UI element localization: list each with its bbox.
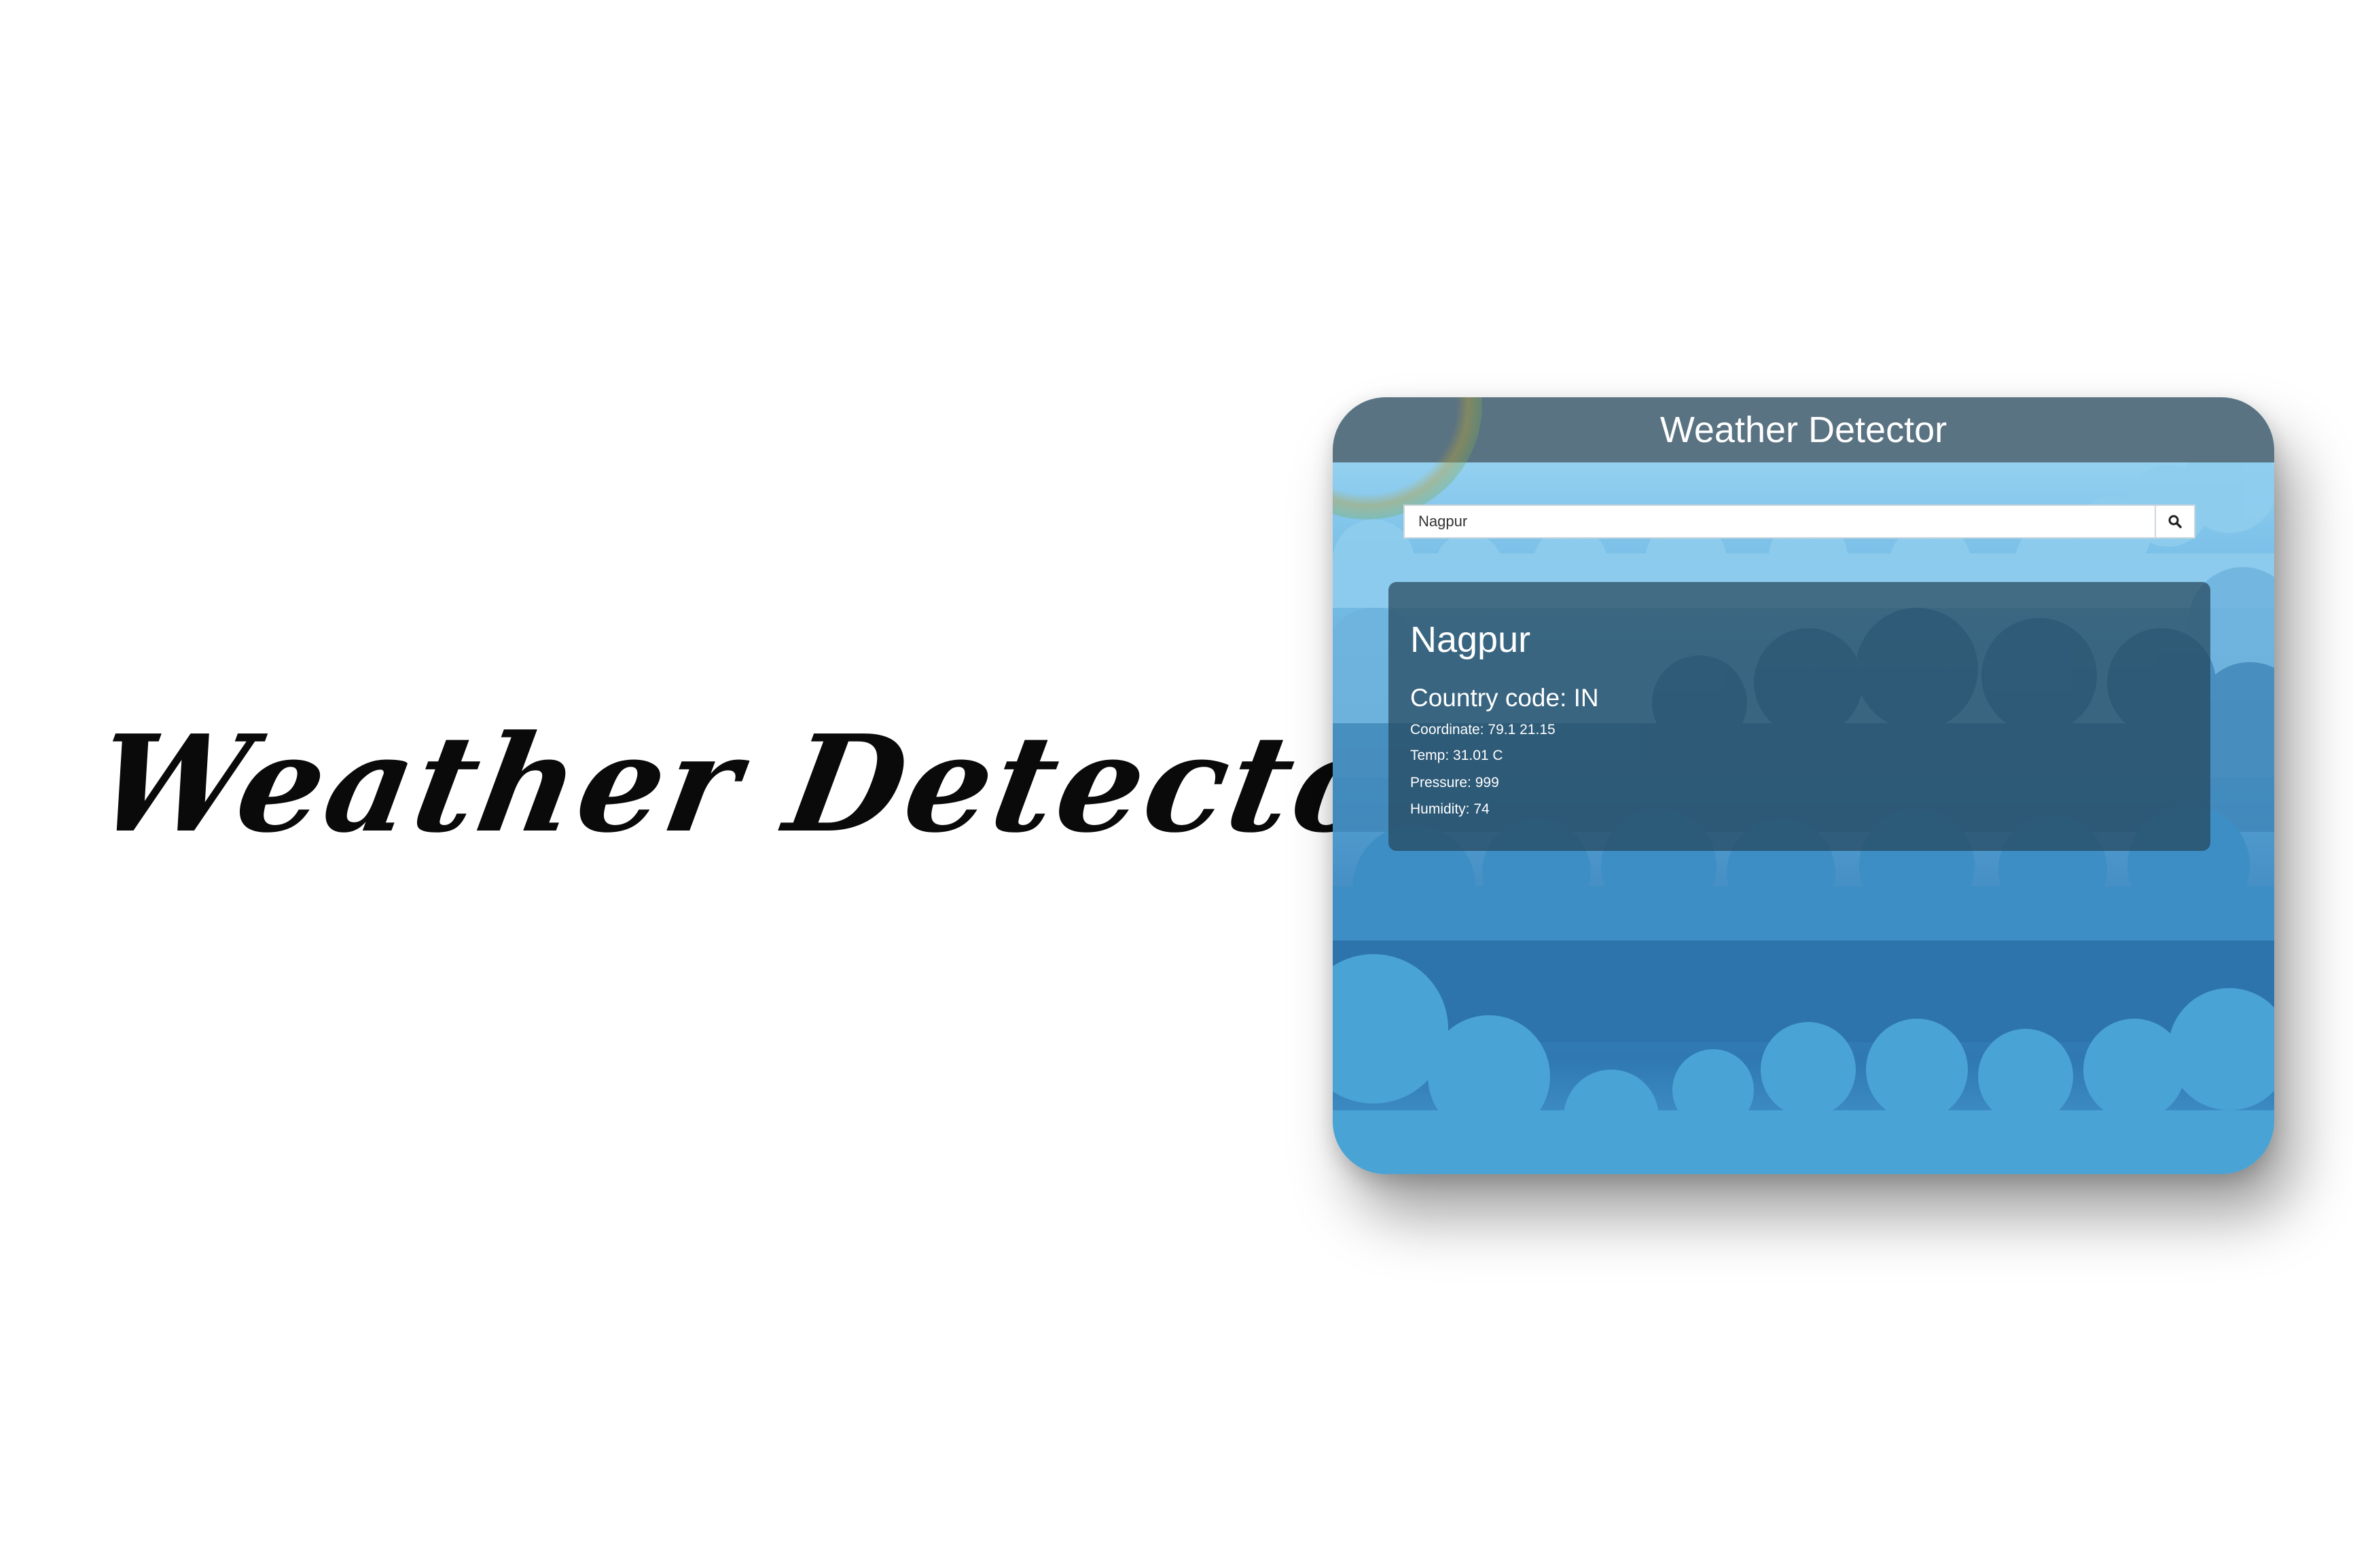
search-button[interactable]	[2155, 505, 2195, 539]
search-icon	[2168, 515, 2182, 528]
temp-value: 31.01 C	[1453, 748, 1503, 763]
pressure-row: Pressure: 999	[1410, 775, 1499, 791]
coordinate-value: 79.1 21.15	[1488, 722, 1556, 737]
humidity-row: Humidity: 74	[1410, 801, 1490, 818]
temp-label: Temp:	[1410, 748, 1450, 763]
pressure-value: 999	[1475, 775, 1499, 790]
coordinate-row: Coordinate: 79.1 21.15	[1410, 722, 1556, 738]
app-window: Weather Detector Nagpur Country code: IN…	[1333, 397, 2274, 1174]
city-name: Nagpur	[1410, 619, 1531, 660]
search-bar	[1403, 505, 2195, 539]
temp-row: Temp: 31.01 C	[1410, 748, 1503, 764]
country-code-label: Country code:	[1410, 684, 1567, 712]
coordinate-label: Coordinate:	[1410, 722, 1484, 737]
humidity-value: 74	[1473, 801, 1490, 817]
pressure-label: Pressure:	[1410, 775, 1471, 790]
hero-title: Weather Detector	[84, 706, 1473, 862]
search-input[interactable]	[1403, 505, 2155, 539]
humidity-label: Humidity:	[1410, 801, 1470, 817]
app-title: Weather Detector	[1659, 409, 1947, 450]
country-code-value: IN	[1573, 684, 1599, 712]
country-code: Country code: IN	[1410, 684, 1599, 712]
weather-result-card: Nagpur Country code: IN Coordinate: 79.1…	[1388, 582, 2210, 851]
